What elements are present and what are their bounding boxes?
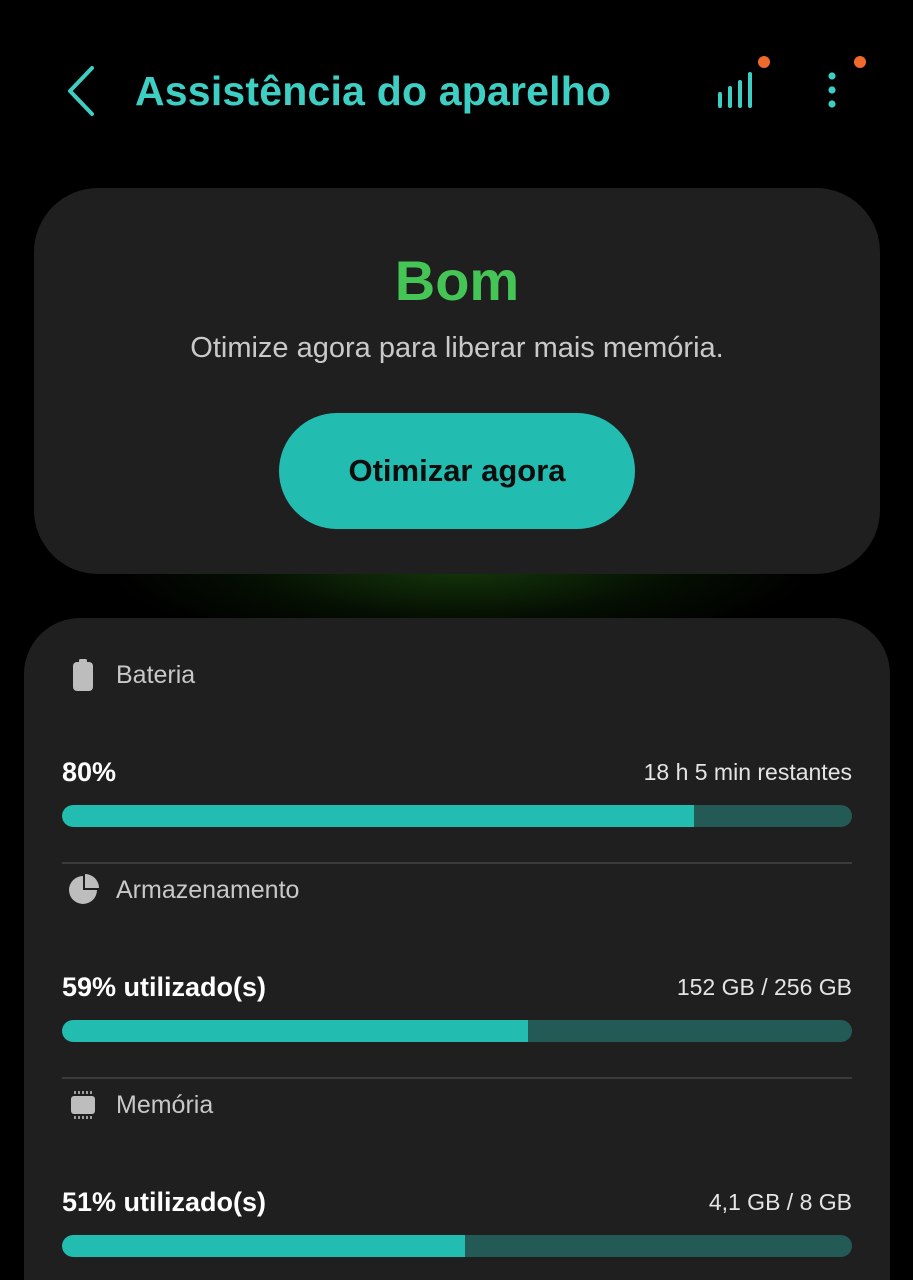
divider bbox=[62, 862, 852, 864]
battery-percent: 80% bbox=[62, 757, 117, 787]
page-title: Assistência do aparelho bbox=[135, 68, 612, 114]
section-header: Bateria bbox=[62, 650, 852, 700]
battery-progress-bar bbox=[62, 805, 852, 827]
progress-fill bbox=[62, 1235, 465, 1257]
memory-section[interactable]: Memória 51% utilizado(s) 4,1 GB / 8 GB bbox=[62, 1080, 852, 1280]
chevron-left-icon bbox=[68, 66, 94, 116]
storage-used-amount: 152 GB / 256 GB bbox=[676, 974, 852, 1000]
storage-used-percent: 59% utilizado(s) bbox=[62, 972, 267, 1002]
progress-fill bbox=[62, 805, 694, 827]
storage-progress-bar bbox=[62, 1020, 852, 1042]
memory-progress-bar bbox=[62, 1235, 852, 1257]
device-care-screen: Assistência do aparelho Bom Otimize agor… bbox=[0, 0, 913, 1280]
app-bar: Assistência do aparelho bbox=[0, 0, 913, 180]
status-message: Otimize agora para liberar mais memória. bbox=[190, 332, 724, 364]
optimize-now-button[interactable]: Otimizar agora bbox=[279, 413, 635, 529]
notification-dot bbox=[758, 56, 770, 68]
section-label: Bateria bbox=[116, 661, 196, 689]
memory-chip-icon bbox=[66, 1088, 100, 1122]
memory-used-amount: 4,1 GB / 8 GB bbox=[708, 1189, 852, 1215]
memory-used-percent: 51% utilizado(s) bbox=[62, 1187, 267, 1217]
more-options-button[interactable] bbox=[808, 52, 868, 116]
battery-icon bbox=[66, 658, 100, 692]
back-button[interactable] bbox=[54, 62, 106, 120]
divider bbox=[62, 1077, 852, 1079]
notification-dot bbox=[854, 56, 866, 68]
status-rating: Bom bbox=[394, 249, 520, 312]
section-label: Memória bbox=[116, 1091, 214, 1119]
section-header: Armazenamento bbox=[62, 865, 852, 915]
progress-fill bbox=[62, 1020, 529, 1042]
pie-chart-icon bbox=[66, 873, 100, 907]
status-card: Bom Otimize agora para liberar mais memó… bbox=[34, 188, 880, 574]
storage-section[interactable]: Armazenamento 59% utilizado(s) 152 GB / … bbox=[62, 865, 852, 1079]
battery-section[interactable]: Bateria 80% 18 h 5 min restantes bbox=[62, 650, 852, 864]
section-label: Armazenamento bbox=[116, 876, 300, 904]
details-card: Bateria 80% 18 h 5 min restantes Armazen… bbox=[24, 618, 890, 1280]
diagnostics-button[interactable] bbox=[708, 52, 776, 116]
battery-time-remaining: 18 h 5 min restantes bbox=[643, 759, 852, 785]
section-header: Memória bbox=[62, 1080, 852, 1130]
